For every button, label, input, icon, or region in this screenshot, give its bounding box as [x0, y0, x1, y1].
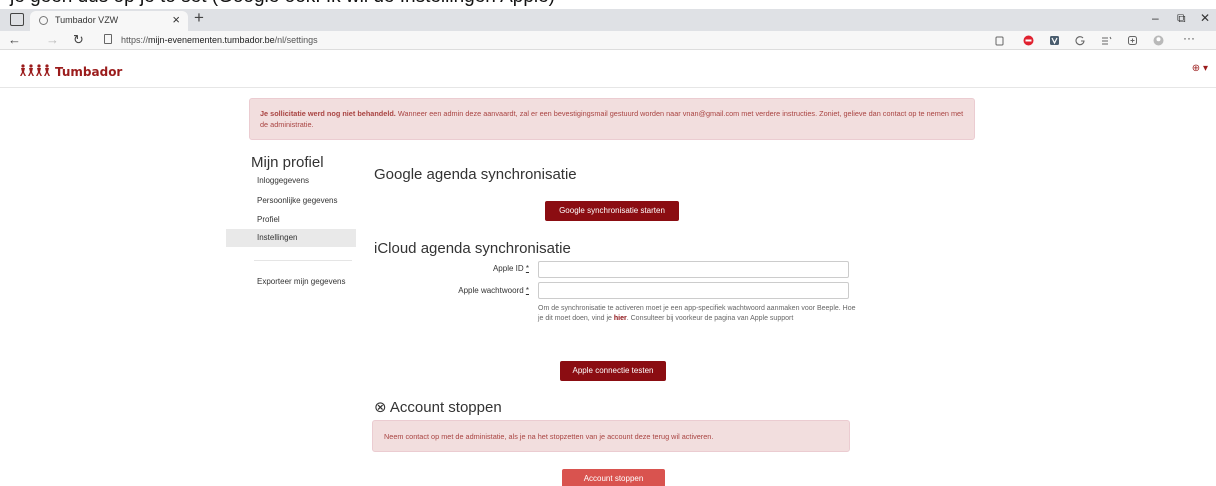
favicon-icon: [39, 16, 48, 25]
alert-bold-text: Je sollicitatie werd nog niet behandeld.: [260, 109, 396, 118]
profile-icon[interactable]: [1153, 35, 1164, 46]
more-icon[interactable]: ···: [1183, 31, 1195, 45]
account-stop-title-text: Account stoppen: [389, 399, 502, 416]
apple-id-input[interactable]: [538, 261, 849, 278]
url-path: /nl/settings: [274, 35, 318, 45]
close-icon[interactable]: ×: [172, 12, 180, 27]
apple-id-label-text: Apple ID: [492, 264, 524, 273]
application-pending-alert: Je sollicitatie werd nog niet behandeld.…: [249, 98, 975, 140]
apple-password-label-text: Apple wachtwoord: [458, 286, 524, 295]
google-sync-title: Google agenda synchronisatie: [374, 166, 577, 183]
sidebar-divider: [254, 260, 352, 261]
user-icon: ⊕: [1191, 63, 1201, 74]
sidebar-item-inloggegevens[interactable]: Inloggegevens: [226, 172, 356, 190]
apple-id-label: Apple ID *: [379, 264, 529, 273]
site-header: Tumbador ⊕ ▾: [0, 50, 1216, 88]
logo-text: Tumbador: [55, 65, 123, 79]
favorites-icon[interactable]: [1101, 35, 1112, 46]
refresh-icon[interactable]: ↻: [73, 32, 84, 48]
account-stop-title: ⊗ Account stoppen: [374, 398, 502, 416]
tab-title: Tumbador VZW: [55, 15, 119, 25]
required-marker: *: [525, 264, 529, 273]
back-icon[interactable]: ←: [8, 32, 21, 47]
collections-icon[interactable]: [1127, 35, 1138, 46]
url-prefix: https://: [121, 35, 149, 45]
document-text-line: je geen dus op je to set (Google ook: Ik…: [10, 0, 555, 8]
apple-password-input[interactable]: [538, 282, 849, 299]
chevron-down-icon: ▾: [1202, 63, 1208, 74]
browser-tab-bar: Tumbador VZW × + – ⧉ ✕: [0, 8, 1216, 31]
apple-connection-test-button[interactable]: Apple connectie testen: [560, 361, 666, 381]
url-field[interactable]: https://mijn-evenementen.tumbador.be/nl/…: [121, 35, 318, 45]
sidebar-item-exporteer[interactable]: Exporteer mijn gegevens: [226, 273, 356, 291]
tab-actions-icon[interactable]: [10, 13, 24, 26]
sidebar-item-instellingen[interactable]: Instellingen: [226, 229, 356, 247]
icloud-sync-title: iCloud agenda synchronisatie: [374, 240, 571, 257]
restore-icon[interactable]: ⧉: [1177, 11, 1186, 26]
icloud-help-text: Om de synchronisatie te activeren moet j…: [538, 304, 858, 323]
help-text-post: . Consulteer bij voorkeur de pagina van …: [626, 314, 794, 322]
minimize-icon[interactable]: –: [1152, 11, 1159, 25]
user-menu[interactable]: ⊕ ▾: [1192, 63, 1208, 74]
account-stop-button[interactable]: Account stoppen: [562, 469, 665, 486]
logo[interactable]: Tumbador: [19, 64, 122, 80]
sidebar-title: Mijn profiel: [251, 154, 324, 171]
help-link[interactable]: hier: [614, 315, 627, 322]
apple-password-label: Apple wachtwoord *: [379, 286, 529, 295]
sidebar-item-profiel[interactable]: Profiel: [226, 211, 356, 229]
url-host: mijn-evenementen.tumbador.be: [148, 35, 275, 45]
address-bar: ← → ↻ https://mijn-evenementen.tumbador.…: [0, 31, 1216, 50]
account-stop-notice: Neem contact op met de administatie, als…: [372, 420, 850, 452]
close-window-icon[interactable]: ✕: [1200, 11, 1210, 25]
circle-x-icon: ⊗: [374, 399, 387, 416]
sidebar-item-persoonlijke-gegevens[interactable]: Persoonlijke gegevens: [226, 192, 356, 210]
plus-icon[interactable]: +: [194, 8, 204, 28]
extension-icon[interactable]: [1049, 35, 1060, 46]
required-marker: *: [525, 286, 529, 295]
cropped-document-text: je geen dus op je to set (Google ook: Ik…: [0, 0, 1216, 9]
adblock-icon[interactable]: [1023, 35, 1034, 46]
share-icon[interactable]: [1075, 35, 1086, 46]
logo-figures-icon: [19, 64, 51, 80]
forward-icon[interactable]: →: [46, 32, 59, 47]
reader-icon[interactable]: [994, 35, 1005, 46]
google-sync-button[interactable]: Google synchronisatie starten: [545, 201, 679, 221]
browser-tab[interactable]: Tumbador VZW ×: [30, 11, 188, 31]
lock-icon: [104, 34, 112, 44]
